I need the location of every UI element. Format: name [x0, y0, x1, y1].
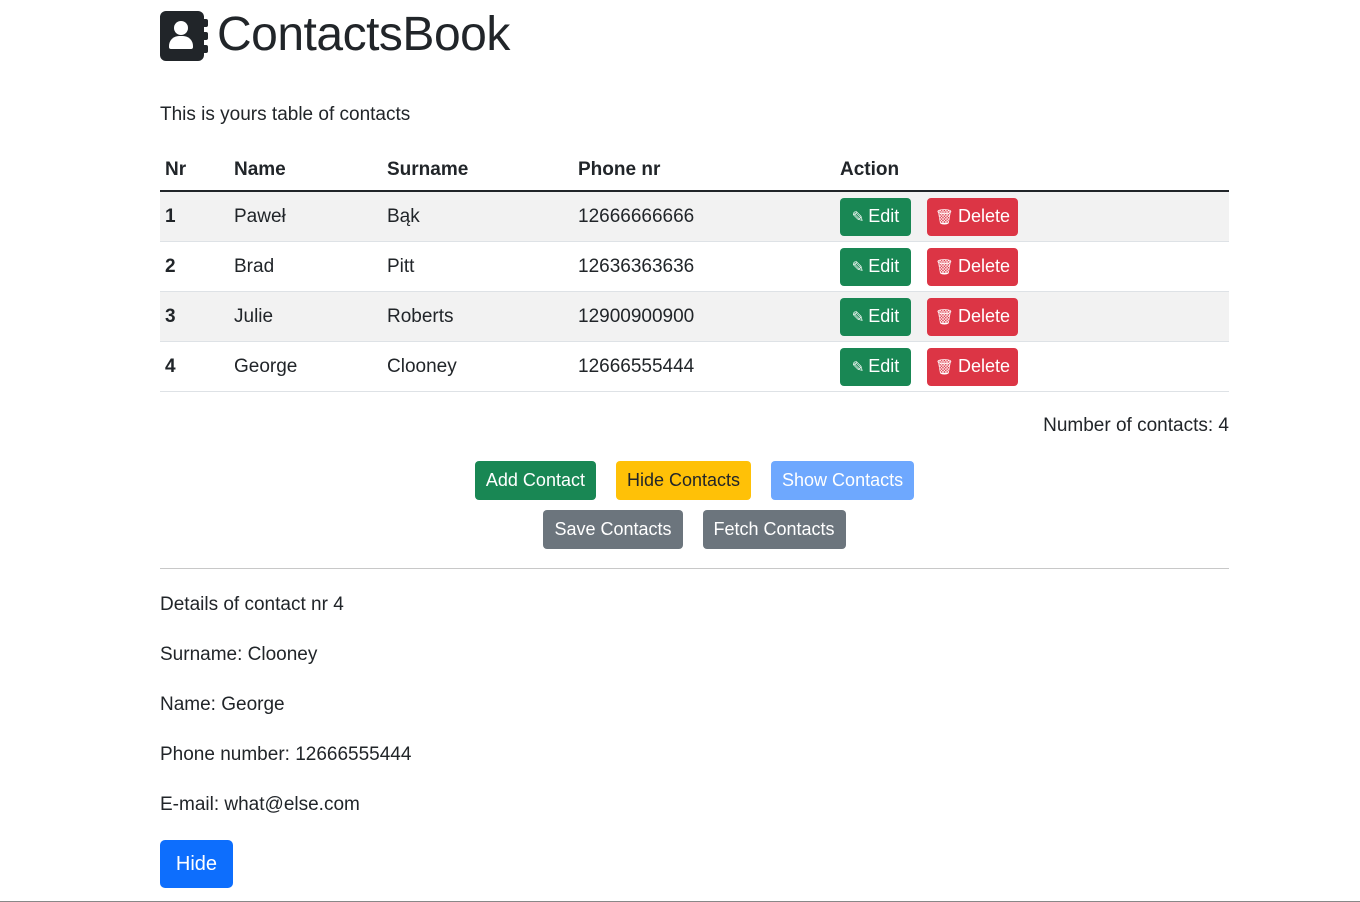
contacts-count: Number of contacts: 4: [1043, 415, 1229, 436]
table-row: 1 Paweł Bąk 12666666666 ✎ Edit 🗑 Delete: [160, 191, 1229, 242]
header-nr: Nr: [160, 150, 229, 192]
cell-name: Brad: [229, 241, 382, 292]
address-book-icon: [160, 11, 208, 61]
cell-surname: Pitt: [382, 241, 573, 292]
action-row-secondary: Save Contacts Fetch Contacts: [160, 510, 1229, 549]
header-phone: Phone nr: [573, 150, 835, 192]
edit-label: Edit: [868, 356, 900, 376]
page-header: ContactsBook: [160, 0, 1229, 70]
hide-contacts-button[interactable]: Hide Contacts: [615, 461, 752, 500]
cell-actions: ✎ Edit 🗑 Delete: [835, 241, 1229, 292]
cell-surname: Bąk: [382, 191, 573, 242]
add-contact-button[interactable]: Add Contact: [474, 461, 596, 500]
intro-text: This is yours table of contacts: [160, 104, 411, 125]
cell-phone: 12666555444: [573, 341, 835, 392]
delete-label: Delete: [958, 256, 1011, 276]
section-divider: [160, 568, 1229, 569]
main-container: ContactsBook This is yours table of cont…: [160, 0, 1229, 888]
header-name: Name: [229, 150, 382, 192]
cell-nr: 1: [160, 191, 229, 242]
table-row: 2 Brad Pitt 12636363636 ✎ Edit 🗑 Delete: [160, 241, 1229, 292]
cell-nr: 3: [160, 291, 229, 342]
show-contacts-button[interactable]: Show Contacts: [771, 461, 915, 500]
trash-icon: 🗑: [934, 358, 955, 376]
details-heading: Details of contact nr 4: [160, 594, 344, 615]
edit-button[interactable]: ✎ Edit: [840, 347, 911, 386]
header-action: Action: [835, 150, 1229, 192]
delete-button[interactable]: 🗑 Delete: [927, 297, 1018, 336]
cell-name: Paweł: [229, 191, 382, 242]
table-header-row: Nr Name Surname Phone nr Action: [160, 150, 1229, 192]
header-surname: Surname: [382, 150, 573, 192]
details-phone: Phone number: 12666555444: [160, 744, 412, 765]
edit-label: Edit: [868, 206, 900, 226]
delete-label: Delete: [958, 206, 1011, 226]
details-surname: Surname: Clooney: [160, 644, 318, 665]
contacts-table: Nr Name Surname Phone nr Action 1 Paweł …: [160, 150, 1229, 392]
details-email: E-mail: what@else.com: [160, 794, 360, 815]
cell-name: Julie: [229, 291, 382, 342]
edit-button[interactable]: ✎ Edit: [840, 297, 911, 336]
cell-surname: Roberts: [382, 291, 573, 342]
table-row: 3 Julie Roberts 12900900900 ✎ Edit 🗑 Delete: [160, 291, 1229, 342]
details-name: Name: George: [160, 694, 285, 715]
table-row: 4 George Clooney 12666555444 ✎ Edit 🗑 Delet…: [160, 341, 1229, 392]
pencil-icon: ✎: [851, 258, 865, 276]
cell-actions: ✎ Edit 🗑 Delete: [835, 291, 1229, 342]
pencil-icon: ✎: [851, 208, 865, 226]
edit-button[interactable]: ✎ Edit: [840, 197, 911, 236]
cell-nr: 2: [160, 241, 229, 292]
cell-name: George: [229, 341, 382, 392]
delete-label: Delete: [958, 356, 1011, 376]
action-row-primary: Add Contact Hide Contacts Show Contacts: [160, 461, 1229, 500]
page-title: ContactsBook: [217, 8, 510, 61]
cell-phone: 12666666666: [573, 191, 835, 242]
delete-button[interactable]: 🗑 Delete: [927, 247, 1018, 286]
cell-phone: 12900900900: [573, 291, 835, 342]
save-contacts-button[interactable]: Save Contacts: [543, 510, 683, 549]
edit-label: Edit: [868, 306, 900, 326]
delete-button[interactable]: 🗑 Delete: [927, 197, 1018, 236]
trash-icon: 🗑: [934, 208, 955, 226]
cell-nr: 4: [160, 341, 229, 392]
trash-icon: 🗑: [934, 308, 955, 326]
delete-button[interactable]: 🗑 Delete: [927, 347, 1018, 386]
edit-button[interactable]: ✎ Edit: [840, 247, 911, 286]
cell-actions: ✎ Edit 🗑 Delete: [835, 191, 1229, 242]
fetch-contacts-button[interactable]: Fetch Contacts: [702, 510, 846, 549]
hide-details-button[interactable]: Hide: [160, 840, 233, 888]
pencil-icon: ✎: [851, 358, 865, 376]
delete-label: Delete: [958, 306, 1011, 326]
cell-surname: Clooney: [382, 341, 573, 392]
trash-icon: 🗑: [934, 258, 955, 276]
cell-actions: ✎ Edit 🗑 Delete: [835, 341, 1229, 392]
cell-phone: 12636363636: [573, 241, 835, 292]
edit-label: Edit: [868, 256, 900, 276]
pencil-icon: ✎: [851, 308, 865, 326]
